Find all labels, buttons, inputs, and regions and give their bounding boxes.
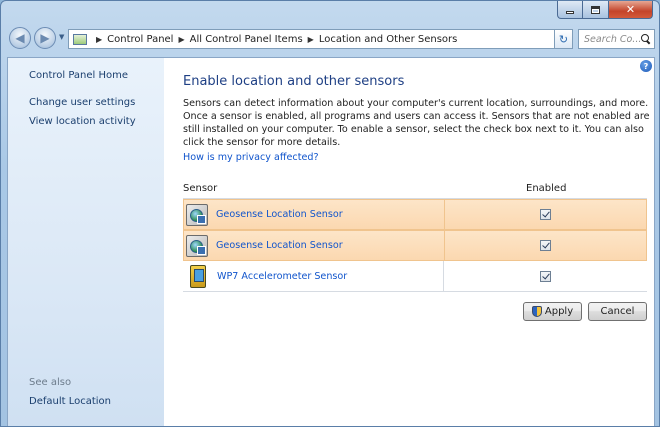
breadcrumb-all-items[interactable]: All Control Panel Items [190, 34, 303, 45]
sensor-enabled-checkbox[interactable] [540, 271, 551, 282]
back-button[interactable]: ◀ [9, 27, 31, 49]
recent-pages-button[interactable]: ▼ [59, 33, 64, 41]
see-also-label: See also [29, 377, 72, 388]
sensor-link[interactable]: Geosense Location Sensor [216, 209, 343, 220]
description-text: Sensors can detect information about you… [183, 98, 650, 148]
close-button[interactable]: ✕ [609, 1, 653, 19]
default-location-link[interactable]: Default Location [29, 396, 111, 407]
apply-button[interactable]: Apply [523, 302, 582, 321]
search-placeholder: Search Co... [584, 33, 642, 45]
content-area: Control Panel Home Change user settings … [7, 57, 656, 426]
breadcrumb-separator-icon[interactable]: ▶ [96, 35, 102, 44]
cancel-button[interactable]: Cancel [588, 302, 647, 321]
close-icon: ✕ [625, 3, 636, 16]
page-title: Enable location and other sensors [183, 74, 405, 89]
sensor-link[interactable]: Geosense Location Sensor [216, 240, 343, 251]
maximize-button[interactable] [583, 1, 609, 19]
back-arrow-icon: ◀ [15, 31, 25, 45]
accelerometer-icon [190, 265, 206, 288]
forward-arrow-icon: ▶ [40, 31, 50, 45]
sensor-link[interactable]: WP7 Accelerometer Sensor [217, 271, 347, 282]
address-bar[interactable]: ▶ Control Panel ▶ All Control Panel Item… [68, 29, 572, 49]
column-header-enabled: Enabled [526, 183, 567, 194]
navigation-bar: ◀ ▶ ▼ ▶ Control Panel ▶ All Control Pane… [1, 25, 659, 53]
shield-icon [531, 306, 542, 317]
enabled-cell [445, 200, 646, 229]
sensor-name-cell: Geosense Location Sensor [184, 200, 445, 229]
maximize-icon [591, 5, 600, 14]
change-user-settings-link[interactable]: Change user settings [29, 97, 135, 108]
location-sensor-icon [186, 234, 208, 257]
sensor-row[interactable]: WP7 Accelerometer Sensor [183, 261, 647, 292]
search-icon[interactable] [641, 34, 651, 44]
sensor-name-cell: Geosense Location Sensor [184, 231, 445, 260]
column-header-sensor: Sensor [183, 183, 218, 194]
main-panel: ? Enable location and other sensors Sens… [164, 58, 656, 426]
chevron-down-icon: ▼ [59, 33, 65, 41]
title-bar: ✕ [1, 1, 659, 23]
breadcrumb-control-panel[interactable]: Control Panel [107, 34, 173, 45]
enabled-cell [445, 231, 646, 260]
control-panel-icon [73, 33, 87, 45]
breadcrumb-separator-icon[interactable]: ▶ [308, 35, 314, 44]
sensor-enabled-checkbox[interactable] [540, 209, 551, 220]
refresh-icon: ↻ [558, 32, 569, 46]
view-location-activity-link[interactable]: View location activity [29, 116, 136, 127]
table-bottom-divider [183, 291, 647, 292]
help-icon[interactable]: ? [640, 60, 652, 72]
forward-button[interactable]: ▶ [34, 27, 56, 49]
search-input[interactable]: Search Co... [578, 29, 655, 49]
refresh-button[interactable]: ↻ [554, 29, 573, 49]
breadcrumb-location-sensors[interactable]: Location and Other Sensors [319, 34, 458, 45]
caption-buttons: ✕ [557, 1, 653, 19]
minimize-button[interactable] [557, 1, 583, 19]
minimize-icon [566, 11, 574, 14]
sensor-enabled-checkbox[interactable] [540, 240, 551, 251]
control-panel-window: ✕ ◀ ▶ ▼ ▶ Control Panel ▶ All Control Pa… [0, 0, 660, 427]
enabled-cell [444, 261, 647, 292]
privacy-link[interactable]: How is my privacy affected? [183, 152, 319, 163]
sensor-name-cell: WP7 Accelerometer Sensor [183, 261, 444, 292]
sensor-row[interactable]: Geosense Location Sensor [183, 199, 647, 230]
breadcrumb-separator-icon[interactable]: ▶ [178, 35, 184, 44]
control-panel-home-link[interactable]: Control Panel Home [29, 70, 128, 81]
apply-label: Apply [544, 306, 574, 317]
location-sensor-icon [186, 203, 208, 226]
task-pane: Control Panel Home Change user settings … [8, 58, 164, 426]
sensor-row[interactable]: Geosense Location Sensor [183, 230, 647, 261]
